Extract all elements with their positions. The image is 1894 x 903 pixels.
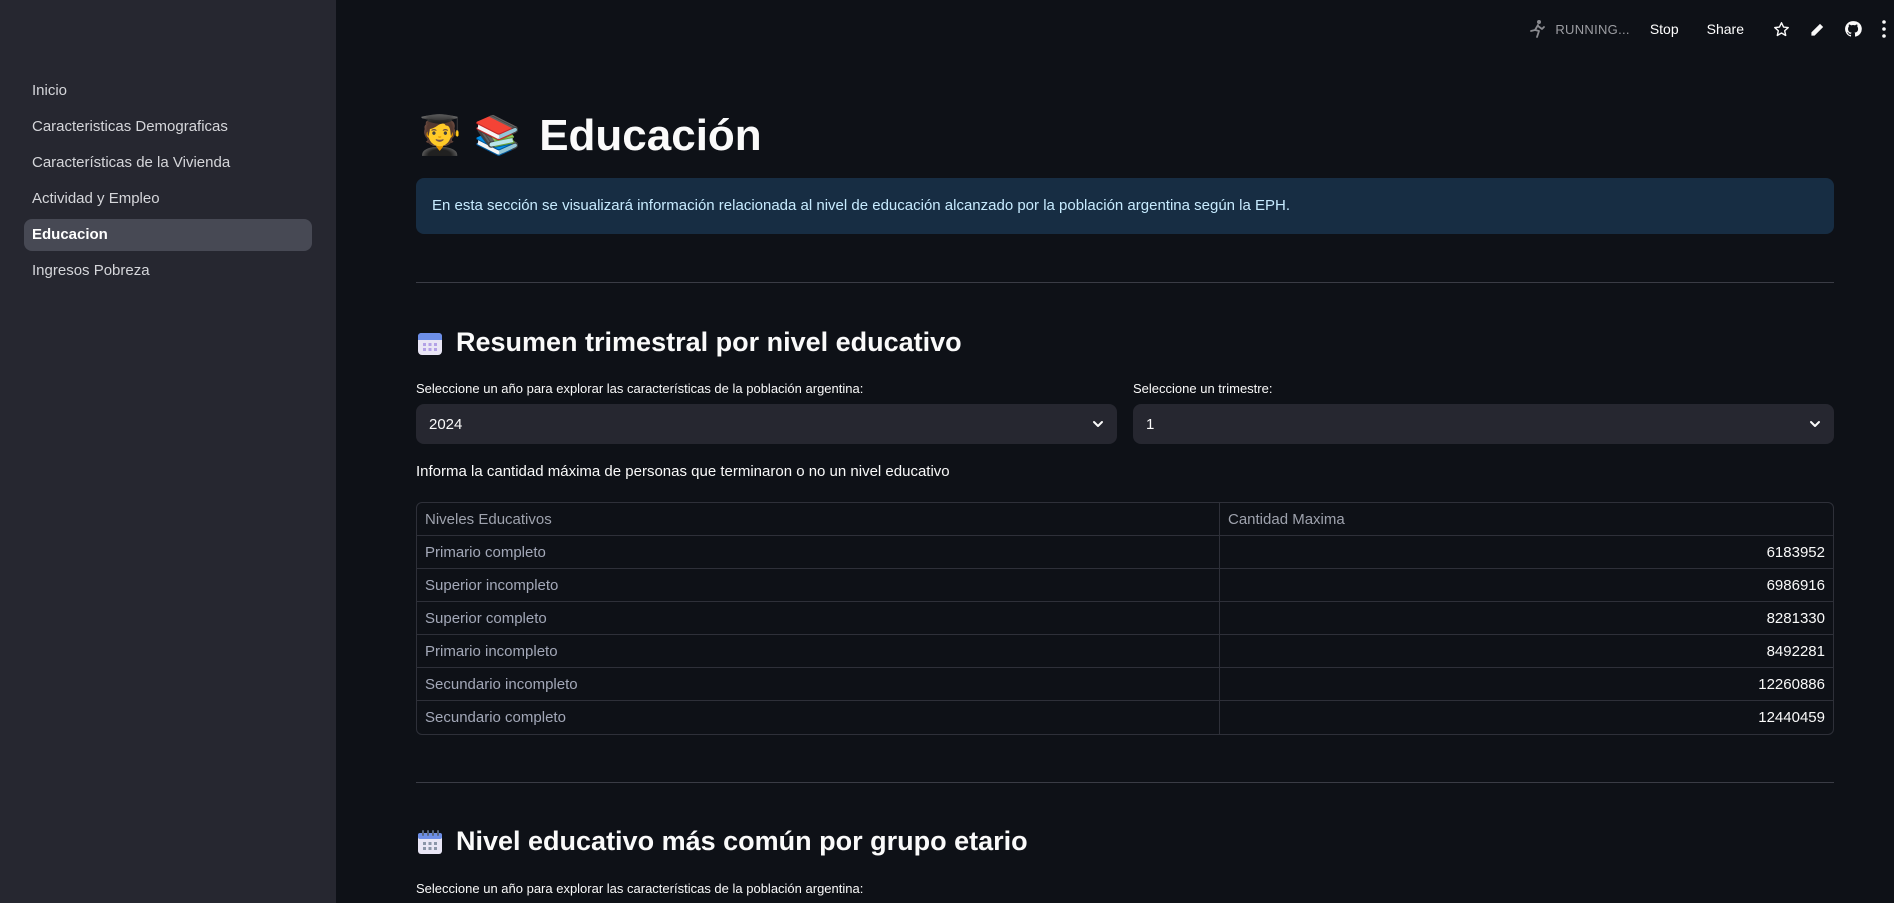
table-cell-count[interactable]: 6986916 xyxy=(1220,569,1833,602)
sidebar-item-caracteristicas-vivienda[interactable]: Características de la Vivienda xyxy=(24,147,312,179)
sidebar-item-caracteristicas-demograficas[interactable]: Caracteristicas Demograficas xyxy=(24,111,312,143)
table-header-row: Niveles Educativos Cantidad Maxima xyxy=(417,503,1833,536)
section1-header: Resumen trimestral por nivel educativo xyxy=(416,327,962,358)
year-select-label: Seleccione un año para explorar las cara… xyxy=(416,381,864,396)
info-alert: En esta sección se visualizará informaci… xyxy=(416,178,1834,234)
chevron-down-icon xyxy=(1093,421,1103,427)
github-icon[interactable] xyxy=(1844,20,1862,38)
table-cell-count[interactable]: 8492281 xyxy=(1220,635,1833,668)
table-cell-level[interactable]: Secundario completo xyxy=(417,701,1220,734)
column-header-niveles[interactable]: Niveles Educativos xyxy=(417,503,1220,536)
table-row: Superior completo 8281330 xyxy=(417,602,1833,635)
table-cell-count[interactable]: 8281330 xyxy=(1220,602,1833,635)
education-table[interactable]: Niveles Educativos Cantidad Maxima Prima… xyxy=(416,502,1834,735)
table-cell-level[interactable]: Primario incompleto xyxy=(417,635,1220,668)
section2-header: Nivel educativo más común por grupo etar… xyxy=(416,826,1028,857)
star-icon[interactable] xyxy=(1772,20,1790,38)
sidebar-item-inicio[interactable]: Inicio xyxy=(24,75,312,107)
sidebar: Inicio Caracteristicas Demograficas Cara… xyxy=(0,0,336,903)
sidebar-nav: Inicio Caracteristicas Demograficas Cara… xyxy=(24,75,312,291)
table-row: Superior incompleto 6986916 xyxy=(417,569,1833,602)
student-books-emoji: 🧑‍🎓 📚 xyxy=(416,115,522,157)
table-caption: Informa la cantidad máxima de personas q… xyxy=(416,463,950,480)
more-vertical-icon[interactable] xyxy=(1880,20,1888,38)
sidebar-item-actividad-empleo[interactable]: Actividad y Empleo xyxy=(24,183,312,215)
table-cell-count[interactable]: 12260886 xyxy=(1220,668,1833,701)
page-title: Educación xyxy=(539,111,762,160)
chevron-down-icon xyxy=(1810,421,1820,427)
divider xyxy=(416,282,1834,283)
page-header: 🧑‍🎓 📚 Educación xyxy=(416,108,762,164)
table-cell-count[interactable]: 12440459 xyxy=(1220,701,1833,734)
section2-year-label: Seleccione un año para explorar las cara… xyxy=(416,881,864,896)
quarter-select-label: Seleccione un trimestre: xyxy=(1133,381,1273,396)
table-cell-level[interactable]: Primario completo xyxy=(417,536,1220,569)
table-cell-level[interactable]: Superior completo xyxy=(417,602,1220,635)
stop-button[interactable]: Stop xyxy=(1650,21,1679,37)
quarter-select-value: 1 xyxy=(1146,415,1155,433)
pencil-icon[interactable] xyxy=(1808,20,1826,38)
table-row: Secundario completo 12440459 xyxy=(417,701,1833,734)
running-status: RUNNING... xyxy=(1527,19,1630,39)
section2-title: Nivel educativo más común por grupo etar… xyxy=(456,826,1028,856)
table-row: Secundario incompleto 12260886 xyxy=(417,668,1833,701)
table-cell-count[interactable]: 6183952 xyxy=(1220,536,1833,569)
table-row: Primario incompleto 8492281 xyxy=(417,635,1833,668)
year-select[interactable]: 2024 xyxy=(416,404,1117,444)
status-text: RUNNING... xyxy=(1555,21,1630,37)
section1-title: Resumen trimestral por nivel educativo xyxy=(456,327,962,357)
spiral-calendar-icon xyxy=(418,829,442,854)
table-cell-level[interactable]: Superior incompleto xyxy=(417,569,1220,602)
share-button[interactable]: Share xyxy=(1707,21,1744,37)
column-header-cantidad[interactable]: Cantidad Maxima xyxy=(1220,503,1833,536)
year-select-value: 2024 xyxy=(429,415,463,433)
sidebar-item-educacion[interactable]: Educacion xyxy=(24,219,312,251)
divider xyxy=(416,782,1834,783)
sidebar-item-ingresos-pobreza[interactable]: Ingresos Pobreza xyxy=(24,255,312,287)
table-row: Primario completo 6183952 xyxy=(417,536,1833,569)
top-toolbar: RUNNING... Stop Share xyxy=(1527,0,1894,58)
quarter-select[interactable]: 1 xyxy=(1133,404,1834,444)
table-cell-level[interactable]: Secundario incompleto xyxy=(417,668,1220,701)
running-man-icon xyxy=(1530,20,1546,38)
calendar-icon xyxy=(418,332,442,355)
